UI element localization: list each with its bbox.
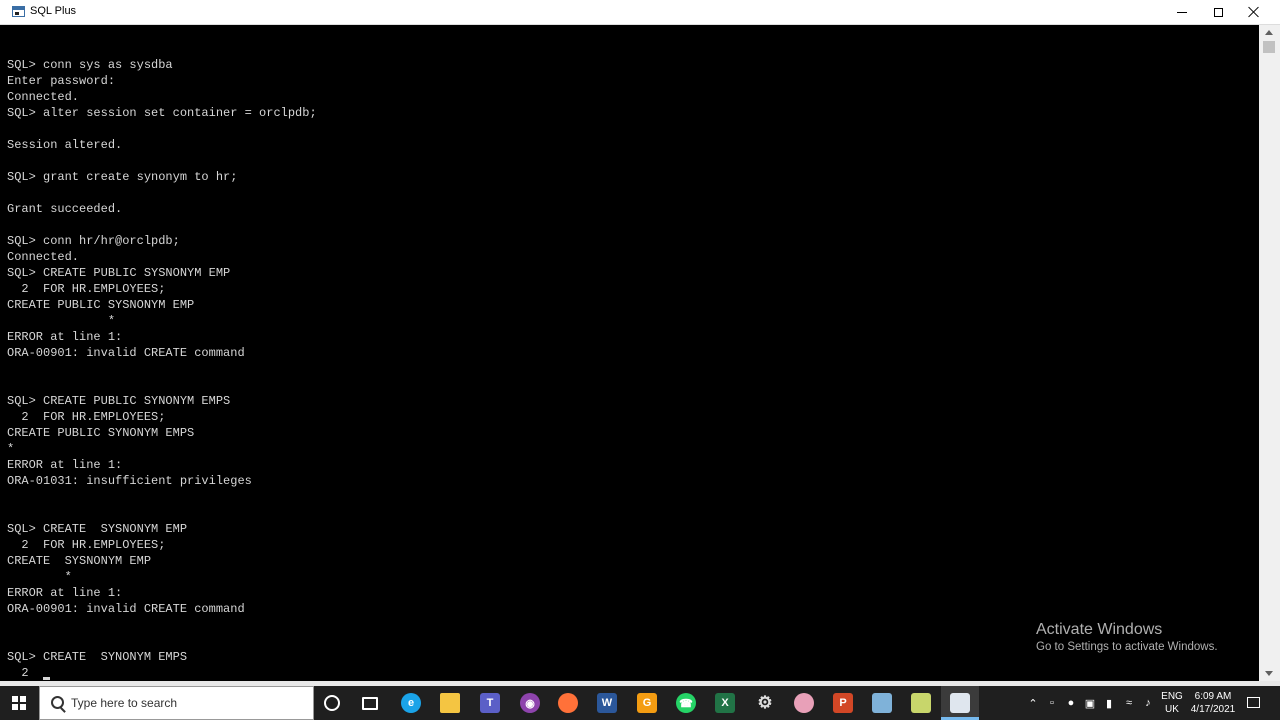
notification-center-icon[interactable] <box>1247 697 1260 708</box>
notepad-icon[interactable] <box>911 693 931 713</box>
whatsapp-icon[interactable]: ☎ <box>676 693 696 713</box>
activation-watermark: Activate Windows Go to Settings to activ… <box>1036 621 1218 653</box>
sqlplus-taskbar-icon[interactable] <box>950 693 970 713</box>
start-windows-icon[interactable] <box>12 696 26 710</box>
snipping-tool-icon[interactable] <box>794 693 814 713</box>
firefox-icon[interactable] <box>558 693 578 713</box>
taskbar-search-box[interactable]: Type here to search <box>39 686 314 720</box>
lang-code: ENG <box>1161 691 1183 702</box>
taskbar: Type here to search e T ◉ W G ☎ X ⚙ P ⌃ … <box>0 686 1280 720</box>
console-output: SQL> conn sys as sysdba Enter password: … <box>7 58 317 680</box>
system-clock[interactable]: 6:09 AM 4/17/2021 <box>1188 690 1238 716</box>
scroll-down-arrow-icon[interactable] <box>1265 671 1273 676</box>
volume-icon[interactable]: ♪ <box>1141 696 1155 710</box>
watermark-title: Activate Windows <box>1036 621 1163 638</box>
task-view-icon[interactable] <box>362 697 378 710</box>
word-icon[interactable]: W <box>597 693 617 713</box>
battery-icon[interactable]: ▮ <box>1103 696 1115 710</box>
minimize-button[interactable] <box>1164 0 1200 24</box>
display-icon[interactable]: ▣ <box>1084 696 1096 710</box>
console-area[interactable]: SQL> conn sys as sysdba Enter password: … <box>0 25 1259 681</box>
window-title: SQL Plus <box>30 5 77 17</box>
vertical-scrollbar[interactable] <box>1259 25 1280 681</box>
clock-time: 6:09 AM <box>1194 691 1232 702</box>
file-explorer-icon[interactable] <box>440 693 460 713</box>
scroll-thumb[interactable] <box>1263 41 1275 53</box>
edge-browser-icon[interactable]: e <box>401 693 421 713</box>
orange-app-icon[interactable]: G <box>637 693 657 713</box>
text-cursor <box>43 677 50 680</box>
close-button[interactable] <box>1236 0 1272 24</box>
maximize-icon <box>1213 7 1223 17</box>
settings-gear-icon[interactable]: ⚙ <box>755 693 775 713</box>
sql-developer-icon[interactable] <box>872 693 892 713</box>
tray-chevron-up-icon[interactable]: ⌃ <box>1027 696 1039 710</box>
scroll-up-arrow-icon[interactable] <box>1265 30 1273 35</box>
clock-date: 4/17/2021 <box>1190 704 1236 715</box>
minimize-icon <box>1177 11 1187 13</box>
excel-icon[interactable]: X <box>715 693 735 713</box>
powerpoint-icon[interactable]: P <box>833 693 853 713</box>
browser-icon[interactable]: ◉ <box>520 693 540 713</box>
close-icon <box>1248 6 1260 18</box>
lang-region: UK <box>1165 704 1179 715</box>
input-language[interactable]: ENG UK <box>1160 690 1184 716</box>
tray-app-icon[interactable]: ▫ <box>1046 696 1058 710</box>
title-bar: SQL Plus <box>0 0 1280 25</box>
teams-icon[interactable]: T <box>480 693 500 713</box>
wifi-icon[interactable]: ≈ <box>1122 696 1136 710</box>
microphone-icon[interactable]: ● <box>1065 696 1077 710</box>
cortana-icon[interactable] <box>324 695 340 711</box>
sqlplus-app-icon <box>12 6 25 17</box>
search-icon <box>51 696 64 709</box>
maximize-button[interactable] <box>1200 0 1236 24</box>
watermark-subtitle: Go to Settings to activate Windows. <box>1036 641 1218 653</box>
search-placeholder: Type here to search <box>71 696 178 710</box>
